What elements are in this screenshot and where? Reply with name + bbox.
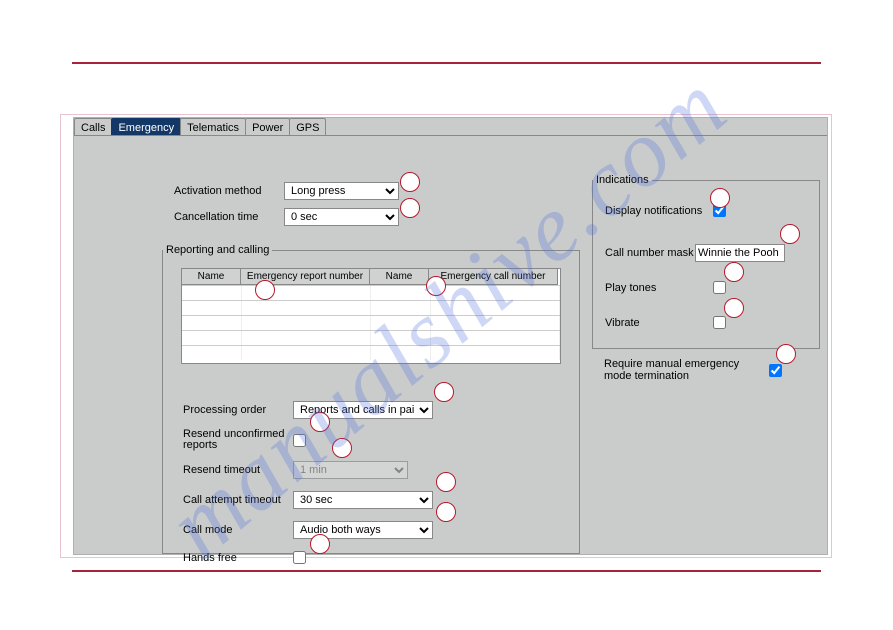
require-manual-checkbox[interactable] [769, 364, 782, 377]
top-rule [72, 62, 821, 64]
tab-gps[interactable]: GPS [289, 118, 326, 135]
col-name-2[interactable]: Name [369, 268, 429, 285]
col-report-number[interactable]: Emergency report number [240, 268, 370, 285]
call-number-mask-input[interactable] [695, 244, 785, 262]
resend-unconfirmed-label: Resend unconfirmed reports [183, 429, 293, 451]
call-attempt-timeout-label: Call attempt timeout [183, 494, 293, 506]
settings-panel: Calls Emergency Telematics Power GPS Act… [73, 117, 828, 555]
tabstrip: Calls Emergency Telematics Power GPS [74, 118, 827, 136]
resend-unconfirmed-checkbox[interactable] [293, 434, 306, 447]
reporting-table[interactable]: Name Emergency report number Name Emerge… [181, 268, 561, 364]
processing-order-label: Processing order [183, 404, 293, 416]
display-notifications-checkbox[interactable] [713, 204, 726, 217]
reporting-table-body[interactable] [182, 285, 560, 363]
processing-order-select[interactable]: Reports and calls in pairs [293, 401, 433, 419]
display-notifications-label: Display notifications [605, 205, 713, 217]
cancellation-time-label: Cancellation time [174, 211, 284, 223]
reporting-table-header: Name Emergency report number Name Emerge… [182, 269, 560, 285]
table-row [182, 345, 560, 360]
play-tones-checkbox[interactable] [713, 281, 726, 294]
annotation-circle [400, 172, 420, 192]
bottom-rule [72, 570, 821, 572]
resend-timeout-label: Resend timeout [183, 464, 293, 476]
cancellation-time-select[interactable]: 0 sec [284, 208, 399, 226]
table-row [182, 300, 560, 315]
play-tones-label: Play tones [605, 282, 713, 294]
tab-telematics[interactable]: Telematics [180, 118, 246, 135]
call-number-mask-label: Call number mask [605, 247, 695, 259]
require-manual-label: Require manual emergency mode terminatio… [604, 358, 769, 382]
tab-calls[interactable]: Calls [74, 118, 112, 135]
tab-power[interactable]: Power [245, 118, 290, 135]
hands-free-checkbox[interactable] [293, 551, 306, 564]
table-row [182, 285, 560, 300]
annotation-circle [400, 198, 420, 218]
call-mode-select[interactable]: Audio both ways [293, 521, 433, 539]
tab-content: Activation method Long press Cancellatio… [74, 136, 827, 554]
indications-legend: Indications [593, 174, 652, 186]
col-name-1[interactable]: Name [181, 268, 241, 285]
hands-free-label: Hands free [183, 552, 293, 564]
call-attempt-timeout-select[interactable]: 30 sec [293, 491, 433, 509]
tab-emergency[interactable]: Emergency [111, 118, 181, 135]
table-row [182, 315, 560, 330]
resend-timeout-select: 1 min [293, 461, 408, 479]
activation-method-label: Activation method [174, 185, 284, 197]
vibrate-checkbox[interactable] [713, 316, 726, 329]
vibrate-label: Vibrate [605, 317, 713, 329]
col-call-number[interactable]: Emergency call number [428, 268, 558, 285]
reporting-legend: Reporting and calling [163, 244, 272, 256]
activation-method-select[interactable]: Long press [284, 182, 399, 200]
call-mode-label: Call mode [183, 524, 293, 536]
table-row [182, 330, 560, 345]
indications-fieldset: Indications Display notifications Call n… [592, 174, 820, 349]
reporting-fieldset: Reporting and calling Name Emergency rep… [162, 244, 580, 554]
